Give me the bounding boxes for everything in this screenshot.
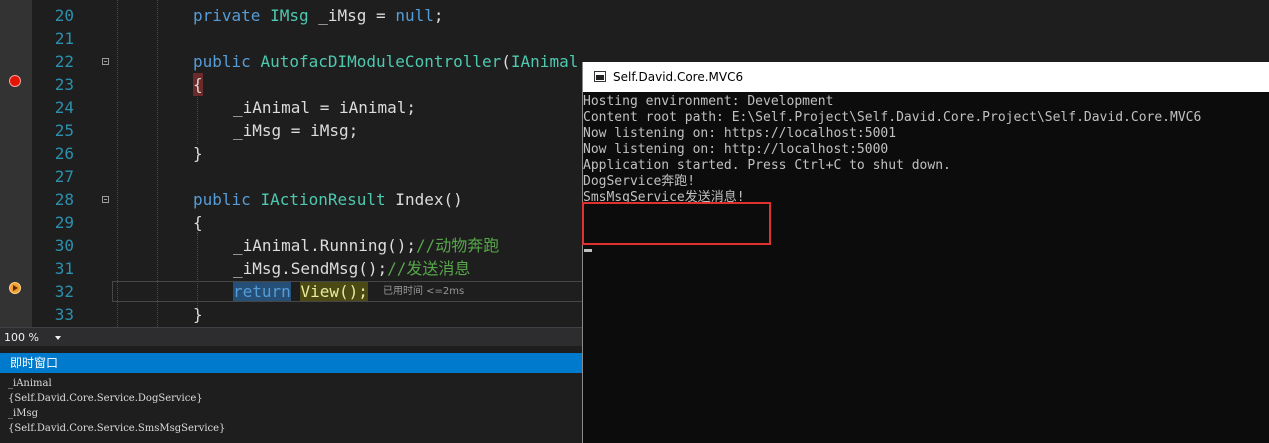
line-number: 32	[54, 282, 74, 301]
line-number: 30	[54, 236, 74, 255]
immediate-window-title-bar[interactable]: 即时窗口	[0, 353, 582, 373]
breakpoint-code-text: {	[193, 73, 203, 96]
zoom-select[interactable]: 100 %	[4, 329, 61, 346]
code-line[interactable]: 27	[0, 165, 582, 188]
code-line-current[interactable]: 32 return View(); 已用时间 <=2ms	[0, 280, 582, 303]
current-statement-text: return View();	[233, 282, 368, 301]
immediate-line: {Self.David.Core.Service.SmsMsgService}	[8, 423, 226, 434]
code-text: _iAnimal.Running();//动物奔跑	[233, 236, 500, 255]
line-number: 23	[54, 75, 74, 94]
immediate-line: _iMsg	[8, 408, 38, 419]
console-window-title: Self.David.Core.MVC6	[613, 70, 744, 84]
immediate-window[interactable]: 即时窗口 _iAnimal {Self.David.Core.Service.D…	[0, 346, 582, 443]
chevron-down-icon	[54, 336, 61, 340]
line-number: 22	[54, 52, 74, 71]
code-text: public AutofacDIModuleController(IAnimal…	[193, 52, 579, 71]
code-line[interactable]: 24 _iAnimal = iAnimal;	[0, 96, 582, 119]
code-text: _iAnimal = iAnimal;	[233, 98, 417, 117]
code-text: private IMsg _iMsg = null;	[193, 6, 444, 25]
immediate-window-output[interactable]: _iAnimal {Self.David.Core.Service.DogSer…	[8, 376, 578, 436]
code-line[interactable]: 25 _iMsg = iMsg;	[0, 119, 582, 142]
code-text: public IActionResult Index()	[193, 190, 463, 209]
line-number: 25	[54, 121, 74, 140]
console-window[interactable]: Self.David.Core.MVC6 Hosting environment…	[582, 62, 1269, 443]
code-line[interactable]: 28 public IActionResult Index()	[0, 188, 582, 211]
code-line[interactable]: 30 _iAnimal.Running();//动物奔跑	[0, 234, 582, 257]
code-line[interactable]: 33 }	[0, 303, 582, 326]
console-line: Now listening on: https://localhost:5001	[583, 126, 897, 141]
immediate-line: _iAnimal	[8, 378, 52, 389]
console-app-icon	[594, 71, 606, 82]
console-line: Now listening on: http://localhost:5000	[583, 142, 889, 157]
editor-status-bar: 100 %	[0, 327, 582, 347]
code-text: }	[193, 305, 203, 324]
code-line[interactable]: 21	[0, 27, 582, 50]
console-output[interactable]: Hosting environment: Development Content…	[582, 94, 1269, 252]
immediate-window-title: 即时窗口	[10, 356, 59, 370]
line-number: 33	[54, 305, 74, 324]
line-number: 26	[54, 144, 74, 163]
code-line[interactable]: 20 private IMsg _iMsg = null;	[0, 4, 582, 27]
line-number: 20	[54, 6, 74, 25]
code-line[interactable]: 23 {	[0, 73, 582, 96]
console-line: DogService奔跑!	[583, 174, 696, 189]
code-text: _iMsg = iMsg;	[233, 121, 359, 140]
console-line: Hosting environment: Development	[583, 94, 834, 109]
perf-tip[interactable]: 已用时间 <=2ms	[383, 280, 464, 303]
line-number: 31	[54, 259, 74, 278]
code-text: }	[193, 144, 203, 163]
code-line[interactable]: 31 _iMsg.SendMsg();//发送消息	[0, 257, 582, 280]
code-line[interactable]: 26 }	[0, 142, 582, 165]
line-number: 21	[54, 29, 74, 48]
zoom-value: 100 %	[4, 331, 39, 344]
code-text: _iMsg.SendMsg();//发送消息	[233, 259, 471, 278]
console-line: Application started. Press Ctrl+C to shu…	[583, 158, 951, 173]
line-number: 24	[54, 98, 74, 117]
immediate-line: {Self.David.Core.Service.DogService}	[8, 393, 203, 404]
line-number: 28	[54, 190, 74, 209]
console-cursor	[584, 249, 592, 252]
console-line: Content root path: E:\Self.Project\Self.…	[583, 110, 1202, 125]
highlight-box	[582, 202, 771, 245]
code-line[interactable]: 29 {	[0, 211, 582, 234]
line-number: 27	[54, 167, 74, 186]
code-text: {	[193, 213, 203, 232]
code-editor[interactable]: 20 private IMsg _iMsg = null; 21 22 publ…	[0, 0, 582, 327]
console-title-bar[interactable]: Self.David.Core.MVC6	[583, 62, 1269, 92]
line-number: 29	[54, 213, 74, 232]
code-line[interactable]: 22 public AutofacDIModuleController(IAni…	[0, 50, 582, 73]
